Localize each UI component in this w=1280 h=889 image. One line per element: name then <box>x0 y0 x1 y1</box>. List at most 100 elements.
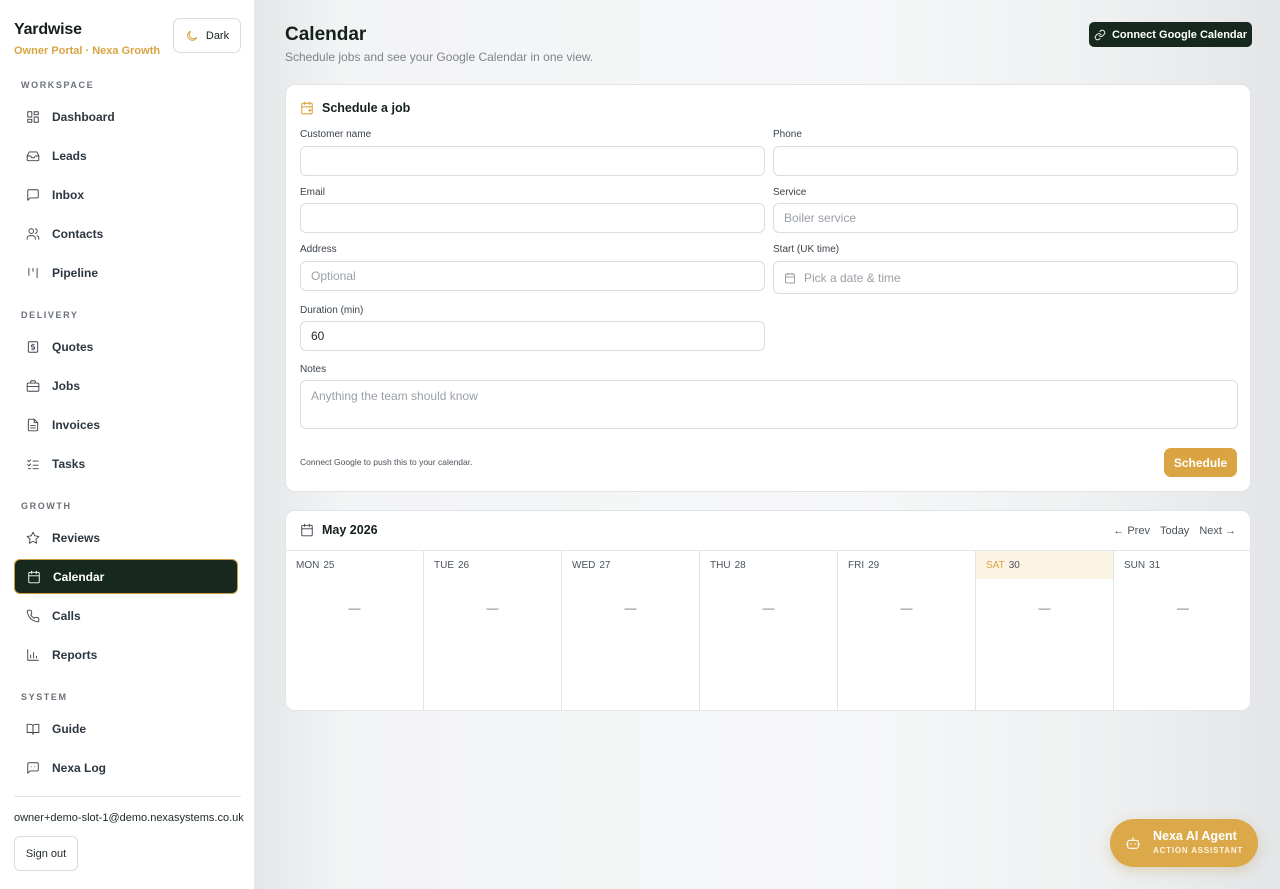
day-date: 25 <box>323 559 335 571</box>
sidebar-item-inbox[interactable]: Inbox <box>14 177 238 212</box>
calendar-week-card: May 2026 ← Prev Today Next → MON 25 — TUE… <box>285 510 1251 711</box>
sidebar-item-calendar[interactable]: Calendar <box>14 559 238 594</box>
book-icon <box>26 723 40 735</box>
sidebar-item-label: Dashboard <box>52 109 115 124</box>
service-input[interactable]: Boiler service <box>773 203 1238 233</box>
start-datetime-picker[interactable]: Pick a date & time <box>773 261 1238 294</box>
dollar-icon <box>27 340 39 353</box>
day-empty-marker: — <box>1177 601 1189 615</box>
day-header: MON 25 <box>286 551 423 579</box>
notes-textarea[interactable]: Anything the team should know <box>300 380 1238 429</box>
calendar-icon <box>301 523 313 537</box>
day-of-week: WED <box>572 559 596 571</box>
today-button[interactable]: Today <box>1160 525 1189 537</box>
sidebar-item-nexa-log[interactable]: Nexa Log <box>14 750 238 785</box>
nexa-ai-agent-button[interactable]: Nexa AI Agent ACTION ASSISTANT <box>1110 819 1258 867</box>
sidebar-item-reports[interactable]: Reports <box>14 637 238 672</box>
service-label: Service <box>773 187 807 198</box>
sidebar-item-dashboard[interactable]: Dashboard <box>14 99 238 134</box>
day-column-sun[interactable]: SUN 31 — <box>1114 551 1250 710</box>
sidebar-item-quotes[interactable]: Quotes <box>14 329 238 364</box>
moon-icon <box>187 30 198 41</box>
document-icon <box>27 418 39 431</box>
day-column-sat-today[interactable]: SAT 30 — <box>976 551 1114 710</box>
sidebar-item-leads[interactable]: Leads <box>14 138 238 173</box>
start-placeholder: Pick a date & time <box>804 270 901 285</box>
email-input[interactable] <box>300 203 765 233</box>
dark-mode-toggle[interactable]: Dark <box>173 18 241 53</box>
user-email: owner+demo-slot-1@demo.nexasystems.co.uk <box>14 812 244 824</box>
phone-input[interactable] <box>773 146 1238 176</box>
day-date: 28 <box>734 559 746 571</box>
day-header: THU 28 <box>700 551 837 579</box>
sidebar-item-reviews[interactable]: Reviews <box>14 520 238 555</box>
checklist-icon <box>27 458 39 469</box>
customer-name-input[interactable] <box>300 146 765 176</box>
calendar-icon <box>785 272 795 283</box>
briefcase-icon <box>26 379 40 392</box>
schedule-job-title-text: Schedule a job <box>322 101 411 115</box>
prev-week-button[interactable]: ← Prev <box>1113 525 1150 537</box>
day-column-wed[interactable]: WED 27 — <box>562 551 700 710</box>
day-of-week: SUN <box>1124 559 1146 571</box>
star-icon <box>26 531 40 544</box>
day-empty-marker: — <box>900 601 913 615</box>
day-of-week: THU <box>710 559 731 571</box>
phone-label: Phone <box>773 129 802 140</box>
connect-google-calendar-label: Connect Google Calendar <box>1111 28 1248 41</box>
dashboard-icon <box>27 110 39 123</box>
duration-label: Duration (min) <box>300 305 364 316</box>
day-of-week: MON <box>296 559 320 571</box>
sidebar-item-label: Pipeline <box>52 265 99 280</box>
section-label-growth: GROWTH <box>21 501 72 511</box>
day-of-week: TUE <box>434 559 454 571</box>
day-empty-marker: — <box>348 601 361 615</box>
chat-icon <box>27 188 39 201</box>
sidebar-item-pipeline[interactable]: Pipeline <box>14 255 238 290</box>
calendar-icon <box>28 570 40 583</box>
duration-input[interactable]: 60 <box>300 321 765 351</box>
day-date: 30 <box>1008 559 1020 571</box>
sidebar-item-calls[interactable]: Calls <box>14 598 238 633</box>
sidebar-item-label: Quotes <box>52 339 94 354</box>
day-date: 29 <box>868 559 880 571</box>
brand: Yardwise Owner Portal · Nexa Growth <box>14 21 160 57</box>
sidebar-item-label: Guide <box>52 721 87 736</box>
section-label-system: SYSTEM <box>21 692 68 702</box>
sidebar-item-label: Invoices <box>52 417 101 432</box>
day-header: TUE 26 <box>424 551 561 579</box>
sidebar-item-contacts[interactable]: Contacts <box>14 216 238 251</box>
bar-chart-icon <box>27 648 39 661</box>
day-header: WED 27 <box>562 551 699 579</box>
day-column-mon[interactable]: MON 25 — <box>286 551 424 710</box>
sidebar-item-label: Nexa Log <box>52 760 107 775</box>
sidebar: Yardwise Owner Portal · Nexa Growth Dark… <box>0 0 255 889</box>
sidebar-item-label: Contacts <box>52 226 104 241</box>
google-connect-note: Connect Google to push this to your cale… <box>300 457 473 467</box>
day-column-fri[interactable]: FRI 29 — <box>838 551 976 710</box>
sidebar-item-tasks[interactable]: Tasks <box>14 446 238 481</box>
schedule-button[interactable]: Schedule <box>1164 448 1237 477</box>
brand-name: Yardwise <box>14 21 82 38</box>
sidebar-item-invoices[interactable]: Invoices <box>14 407 238 442</box>
day-of-week: SAT <box>986 559 1005 571</box>
sidebar-item-label: Calls <box>52 608 81 623</box>
agent-title: Nexa AI Agent <box>1153 829 1237 843</box>
sidebar-item-jobs[interactable]: Jobs <box>14 368 238 403</box>
sidebar-item-guide[interactable]: Guide <box>14 711 238 746</box>
day-column-tue[interactable]: TUE 26 — <box>424 551 562 710</box>
sign-out-button[interactable]: Sign out <box>14 836 78 871</box>
sidebar-item-label: Reviews <box>52 530 101 545</box>
calendar-week-grid: MON 25 — TUE 26 — WED 27 — THU 28 — FRI 29 — … <box>286 550 1250 710</box>
day-empty-marker: — <box>1038 601 1051 615</box>
section-label-delivery: DELIVERY <box>21 310 79 320</box>
dark-mode-label: Dark <box>205 29 230 42</box>
address-input[interactable]: Optional <box>300 261 765 291</box>
page-title: Calendar <box>285 24 367 45</box>
next-week-button[interactable]: Next → <box>1199 525 1236 537</box>
users-icon <box>26 227 40 240</box>
connect-google-calendar-button[interactable]: Connect Google Calendar <box>1089 22 1252 47</box>
bot-chat-icon <box>27 761 39 774</box>
day-column-thu[interactable]: THU 28 — <box>700 551 838 710</box>
month-label: May 2026 <box>322 523 378 537</box>
